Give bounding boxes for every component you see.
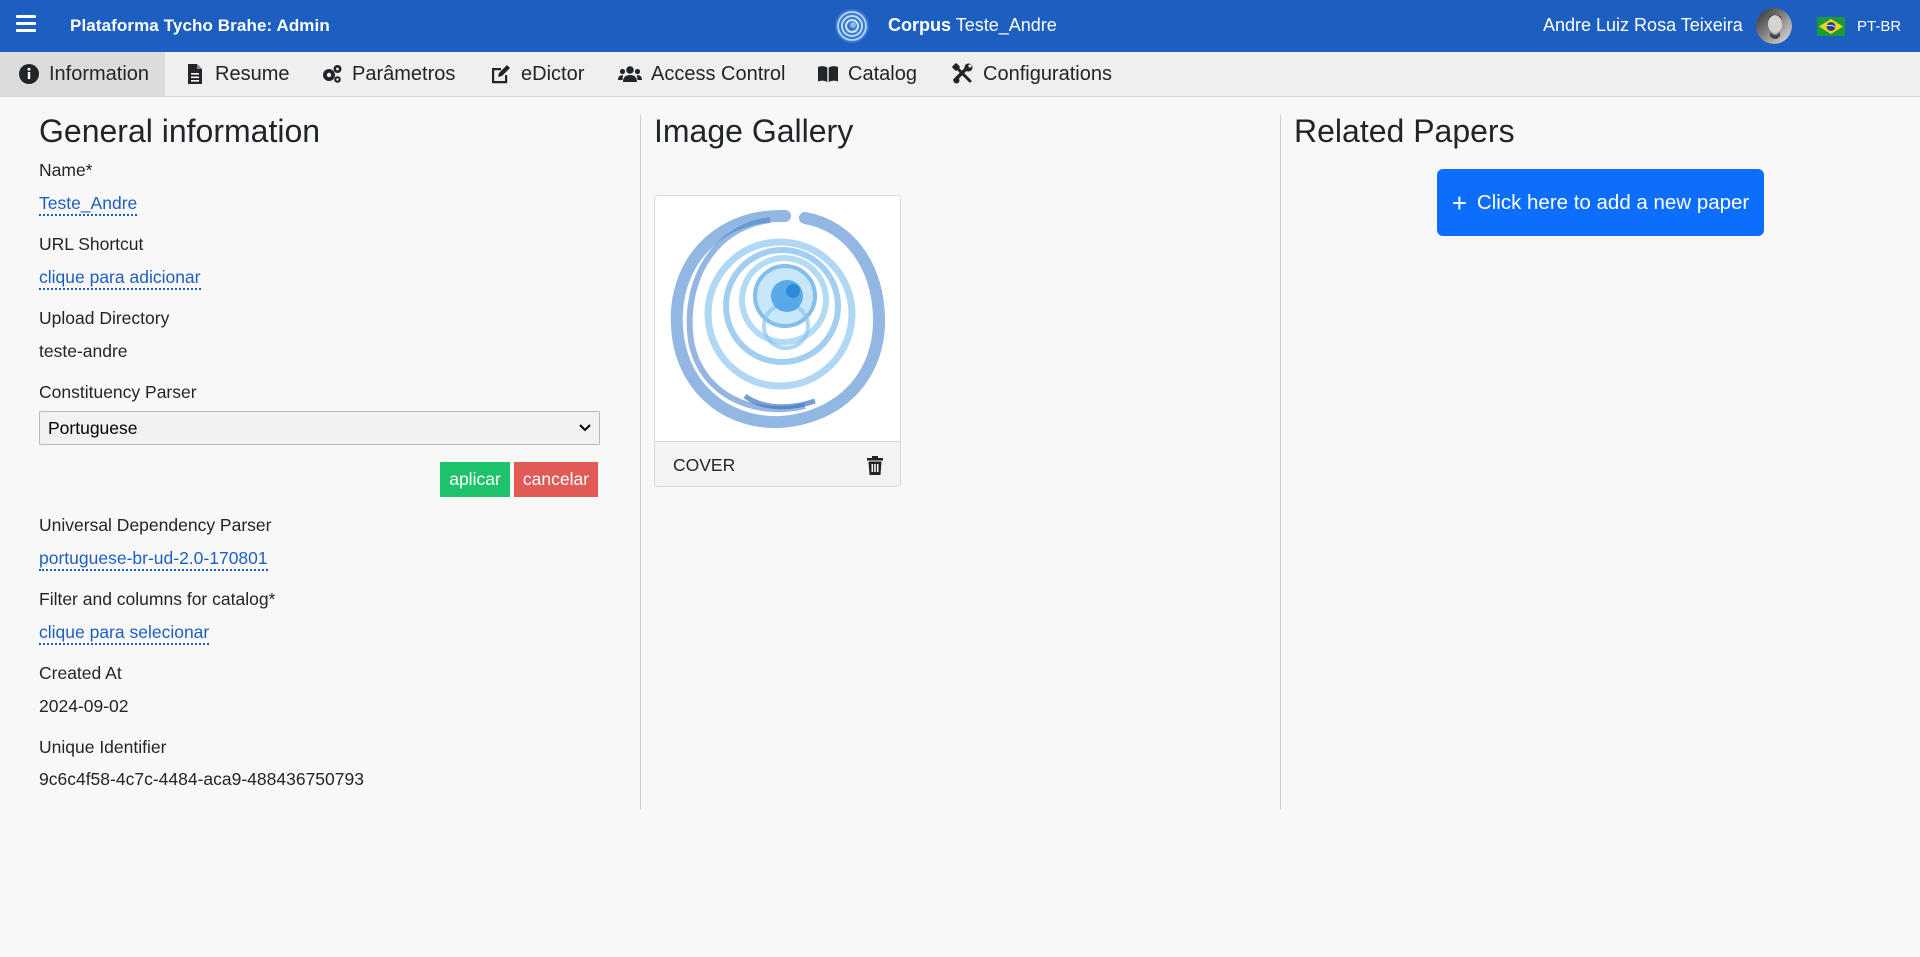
tab-label: Catalog: [848, 62, 917, 85]
cancel-button[interactable]: cancelar: [514, 462, 598, 497]
info-circle-icon: [18, 63, 40, 85]
users-icon: [618, 63, 642, 85]
menu-icon[interactable]: [14, 12, 38, 36]
trash-icon[interactable]: [867, 456, 883, 475]
url-shortcut-link[interactable]: clique para adicionar: [39, 266, 201, 290]
gallery-card-footer: COVER: [655, 441, 900, 486]
tab-catalog[interactable]: Catalog: [817, 52, 917, 96]
tab-label: eDictor: [521, 62, 585, 85]
top-bar: Plataforma Tycho Brahe: Admin Corpus Tes…: [0, 0, 1920, 52]
tools-icon: [952, 63, 974, 85]
gallery-item-caption: COVER: [673, 455, 736, 475]
corpus-label: Corpus: [888, 15, 951, 35]
tab-bar: Information Resume Parâmetros eDictor Ac…: [0, 52, 1920, 97]
constituency-parser-select[interactable]: Portuguese: [39, 411, 600, 445]
upload-directory-value: teste-andre: [39, 341, 128, 361]
add-paper-label: Click here to add a new paper: [1476, 190, 1750, 214]
tab-label: Resume: [215, 62, 290, 85]
name-label: Name*: [39, 160, 93, 180]
name-value-link[interactable]: Teste_Andre: [39, 192, 138, 216]
brazil-flag-icon[interactable]: [1817, 17, 1845, 36]
user-avatar[interactable]: [1756, 8, 1792, 44]
ud-parser-link[interactable]: portuguese-br-ud-2.0-170801: [39, 547, 268, 571]
column-divider: [1280, 115, 1281, 810]
created-at-value: 2024-09-02: [39, 696, 129, 716]
corpus-name: Teste_Andre: [955, 15, 1057, 35]
tab-label: Configurations: [983, 62, 1112, 85]
language-selector[interactable]: PT-BR: [1857, 18, 1901, 35]
tab-access-control[interactable]: Access Control: [618, 52, 786, 96]
tab-label: Information: [49, 62, 150, 85]
user-name[interactable]: Andre Luiz Rosa Teixeira: [1543, 15, 1743, 36]
plus-icon: +: [1451, 187, 1467, 218]
column-divider: [640, 115, 641, 810]
cover-image[interactable]: [655, 196, 900, 441]
catalog-filter-link[interactable]: clique para selecionar: [39, 621, 210, 645]
image-gallery-title: Image Gallery: [654, 113, 854, 149]
tab-resume[interactable]: Resume: [184, 52, 289, 96]
apply-button[interactable]: aplicar: [440, 462, 510, 497]
tab-edictor[interactable]: eDictor: [490, 52, 584, 96]
tab-information[interactable]: Information: [0, 52, 165, 96]
ud-parser-label: Universal Dependency Parser: [39, 515, 272, 535]
tab-label: Access Control: [651, 62, 786, 85]
gallery-card[interactable]: COVER: [654, 195, 901, 487]
catalog-filter-label: Filter and columns for catalog*: [39, 589, 276, 609]
book-icon: [817, 63, 839, 85]
upload-directory-label: Upload Directory: [39, 308, 170, 328]
file-icon: [184, 63, 206, 85]
add-paper-button[interactable]: + Click here to add a new paper: [1437, 169, 1764, 236]
constituency-parser-selected: Portuguese: [48, 417, 138, 438]
url-shortcut-label: URL Shortcut: [39, 234, 144, 254]
unique-identifier-label: Unique Identifier: [39, 737, 167, 757]
chevron-down-icon: [579, 424, 591, 432]
related-papers-title: Related Papers: [1294, 113, 1515, 149]
unique-identifier-value: 9c6c4f58-4c7c-4484-aca9-488436750793: [39, 769, 364, 789]
created-at-label: Created At: [39, 663, 122, 683]
general-info-title: General information: [39, 113, 321, 149]
tab-configurations[interactable]: Configurations: [952, 52, 1112, 96]
tab-parametros[interactable]: Parâmetros: [321, 52, 455, 96]
constituency-parser-label: Constituency Parser: [39, 382, 197, 402]
gears-icon: [321, 63, 343, 85]
tab-label: Parâmetros: [352, 62, 456, 85]
app-title[interactable]: Plataforma Tycho Brahe: Admin: [70, 16, 330, 36]
corpus-logo-icon: [835, 9, 869, 43]
edit-icon: [490, 63, 512, 85]
corpus-title: Corpus Teste_Andre: [888, 15, 1057, 36]
